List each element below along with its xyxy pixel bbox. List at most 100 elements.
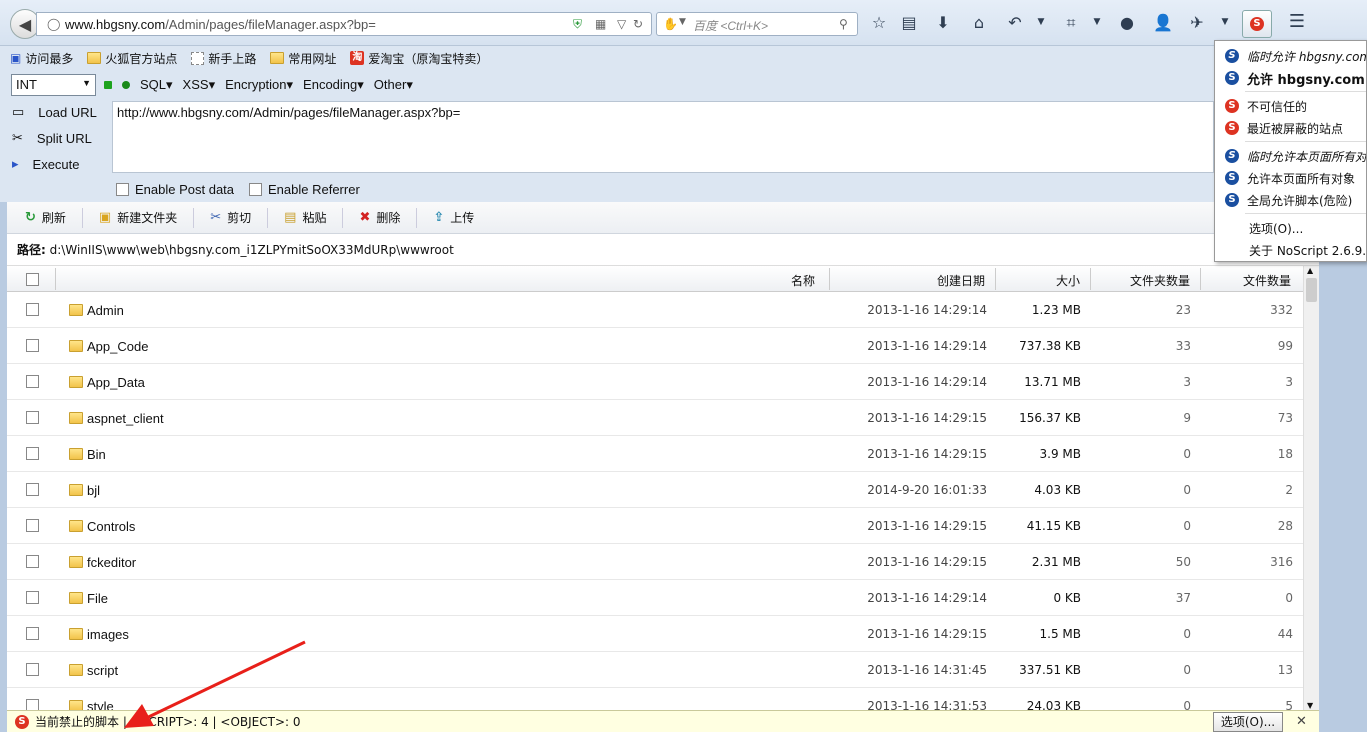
file-name[interactable]: script — [87, 663, 118, 678]
enable-referrer-checkbox[interactable]: Enable Referrer — [249, 182, 360, 197]
noscript-button[interactable]: S — [1242, 10, 1272, 38]
extension-dropdown-icon[interactable]: ▼ — [1214, 17, 1236, 27]
crop-dropdown-icon[interactable]: ▼ — [1086, 17, 1108, 27]
table-row[interactable]: aspnet_client 2013-1-16 14:29:15 156.37 KB… — [7, 400, 1303, 436]
scrollbar-thumb[interactable] — [1306, 278, 1317, 302]
file-name[interactable]: style — [87, 699, 114, 710]
bookmark-common-sites[interactable]: 常用网址 — [270, 50, 336, 67]
minus-icon[interactable] — [104, 81, 112, 89]
header-folder-count[interactable]: 文件夹数量 — [1130, 272, 1190, 289]
select-all-checkbox[interactable] — [26, 273, 39, 286]
scroll-up-icon[interactable]: ▲ — [1307, 266, 1313, 275]
menu-xss[interactable]: XSS▾ — [183, 77, 216, 93]
menu-item-allow-site[interactable]: S 允许 hbgsny.com — [1215, 67, 1366, 89]
qrcode-icon[interactable]: ▦ — [595, 17, 606, 31]
row-checkbox[interactable] — [26, 627, 39, 640]
options-button[interactable]: 选项(O)... — [1213, 712, 1283, 732]
execute-button[interactable]: ▸ Execute — [12, 156, 80, 172]
download-icon[interactable]: ⬇ — [932, 13, 954, 32]
file-name[interactable]: Bin — [87, 447, 106, 462]
bookmark-star-icon[interactable]: ☆ — [868, 13, 890, 32]
crop-icon[interactable]: ⌗ — [1060, 13, 1082, 33]
chat-icon[interactable]: ● — [1116, 13, 1138, 32]
bookmarks-list-icon[interactable]: ▤ — [898, 13, 920, 32]
table-row[interactable]: File 2013-1-16 14:29:14 0 KB 37 0 — [7, 580, 1303, 616]
bookmark-getting-started[interactable]: 新手上路 — [191, 50, 256, 67]
bookmark-firefox-site[interactable]: 火狐官方站点 — [87, 50, 177, 67]
file-name[interactable]: File — [87, 591, 108, 606]
noscript-icon[interactable]: S — [15, 714, 29, 729]
url-bar[interactable]: ◯ www.hbgsny.com/Admin/pages/fileManager… — [36, 12, 652, 36]
new-folder-button[interactable]: ▣ 新建文件夹 — [99, 207, 195, 228]
row-checkbox[interactable] — [26, 339, 39, 352]
vertical-scrollbar[interactable]: ▲ ▼ — [1303, 266, 1319, 710]
header-file-count[interactable]: 文件数量 — [1243, 272, 1291, 289]
home-icon[interactable]: ⌂ — [968, 13, 990, 32]
table-row[interactable]: App_Data 2013-1-16 14:29:14 13.71 MB 3 3 — [7, 364, 1303, 400]
header-date[interactable]: 创建日期 — [937, 272, 985, 289]
scroll-down-icon[interactable]: ▼ — [1307, 701, 1313, 710]
menu-other[interactable]: Other▾ — [374, 77, 413, 93]
header-name[interactable]: 名称 — [791, 272, 815, 289]
file-name[interactable]: Admin — [87, 303, 124, 318]
row-checkbox[interactable] — [26, 663, 39, 676]
menu-item-allow-page[interactable]: S 允许本页面所有对象 — [1215, 167, 1366, 189]
table-row[interactable]: Controls 2013-1-16 14:29:15 41.15 KB 0 28 — [7, 508, 1303, 544]
file-name[interactable]: aspnet_client — [87, 411, 164, 426]
menu-item-untrusted[interactable]: S 不可信任的 — [1215, 95, 1366, 117]
upload-button[interactable]: ⇪ 上传 — [433, 208, 490, 228]
menu-item-recently-blocked[interactable]: S 最近被屏蔽的站点 — [1215, 117, 1366, 139]
menu-item-about[interactable]: 关于 NoScript 2.6.9.5 — [1215, 239, 1366, 261]
engine-dropdown-icon[interactable]: ▼ — [679, 17, 686, 27]
extension-icon[interactable]: ✈ — [1186, 13, 1208, 32]
user-icon[interactable]: 👤 — [1152, 13, 1174, 32]
file-name[interactable]: Controls — [87, 519, 135, 534]
type-select[interactable]: INT ▼ — [11, 74, 96, 96]
menu-icon[interactable]: ☰ — [1286, 11, 1308, 32]
row-checkbox[interactable] — [26, 483, 39, 496]
menu-item-global-allow[interactable]: S 全局允许脚本(危险) — [1215, 189, 1366, 211]
row-checkbox[interactable] — [26, 555, 39, 568]
row-checkbox[interactable] — [26, 303, 39, 316]
load-url-button[interactable]: ▭ Load URL — [12, 104, 97, 120]
search-icon[interactable]: ⚲ — [839, 17, 848, 31]
menu-encoding[interactable]: Encoding▾ — [303, 77, 364, 93]
menu-item-temp-allow-page[interactable]: S 临时允许本页面所有对象 — [1215, 145, 1366, 167]
row-checkbox[interactable] — [26, 411, 39, 424]
paste-button[interactable]: ▤ 粘贴 — [284, 207, 344, 228]
refresh-button[interactable]: ↻ 刷新 — [25, 207, 83, 228]
row-checkbox[interactable] — [26, 447, 39, 460]
reload-icon[interactable]: ↻ — [633, 17, 643, 31]
row-checkbox[interactable] — [26, 591, 39, 604]
file-name[interactable]: App_Code — [87, 339, 148, 354]
row-checkbox[interactable] — [26, 519, 39, 532]
file-name[interactable]: bjl — [87, 483, 100, 498]
row-checkbox[interactable] — [26, 699, 39, 710]
checkbox[interactable] — [249, 183, 262, 196]
menu-item-temp-allow-site[interactable]: S 临时允许 hbgsny.com — [1215, 45, 1366, 67]
plus-icon[interactable] — [122, 81, 130, 89]
menu-sql[interactable]: SQL▾ — [140, 77, 173, 93]
undo-dropdown-icon[interactable]: ▼ — [1030, 17, 1052, 27]
menu-item-options[interactable]: 选项(O)... — [1215, 217, 1366, 239]
table-row[interactable]: App_Code 2013-1-16 14:29:14 737.38 KB 33 99 — [7, 328, 1303, 364]
table-row[interactable]: Bin 2013-1-16 14:29:15 3.9 MB 0 18 — [7, 436, 1303, 472]
close-icon[interactable]: ✕ — [1296, 714, 1307, 729]
file-name[interactable]: fckeditor — [87, 555, 136, 570]
menu-encryption[interactable]: Encryption▾ — [225, 77, 293, 93]
enable-post-checkbox[interactable]: Enable Post data — [116, 182, 234, 197]
undo-icon[interactable]: ↶ — [1004, 13, 1026, 32]
table-row[interactable]: bjl 2014-9-20 16:01:33 4.03 KB 0 2 — [7, 472, 1303, 508]
delete-button[interactable]: ✖ 删除 — [359, 207, 418, 228]
table-row[interactable]: fckeditor 2013-1-16 14:29:15 2.31 MB 50 316 — [7, 544, 1303, 580]
search-box[interactable]: ✋ ▼ 百度 <Ctrl+K> ⚲ — [656, 12, 858, 36]
file-name[interactable]: App_Data — [87, 375, 145, 390]
checkbox[interactable] — [116, 183, 129, 196]
split-url-button[interactable]: ✂ Split URL — [12, 130, 92, 146]
dropdown-icon[interactable]: ▽ — [617, 17, 626, 31]
shield-icon[interactable]: ⛨ — [573, 17, 582, 32]
header-size[interactable]: 大小 — [1056, 272, 1080, 289]
table-row[interactable]: Admin 2013-1-16 14:29:14 1.23 MB 23 332 — [7, 292, 1303, 328]
url-textarea[interactable]: http://www.hbgsny.com/Admin/pages/fileMa… — [112, 101, 1214, 173]
row-checkbox[interactable] — [26, 375, 39, 388]
